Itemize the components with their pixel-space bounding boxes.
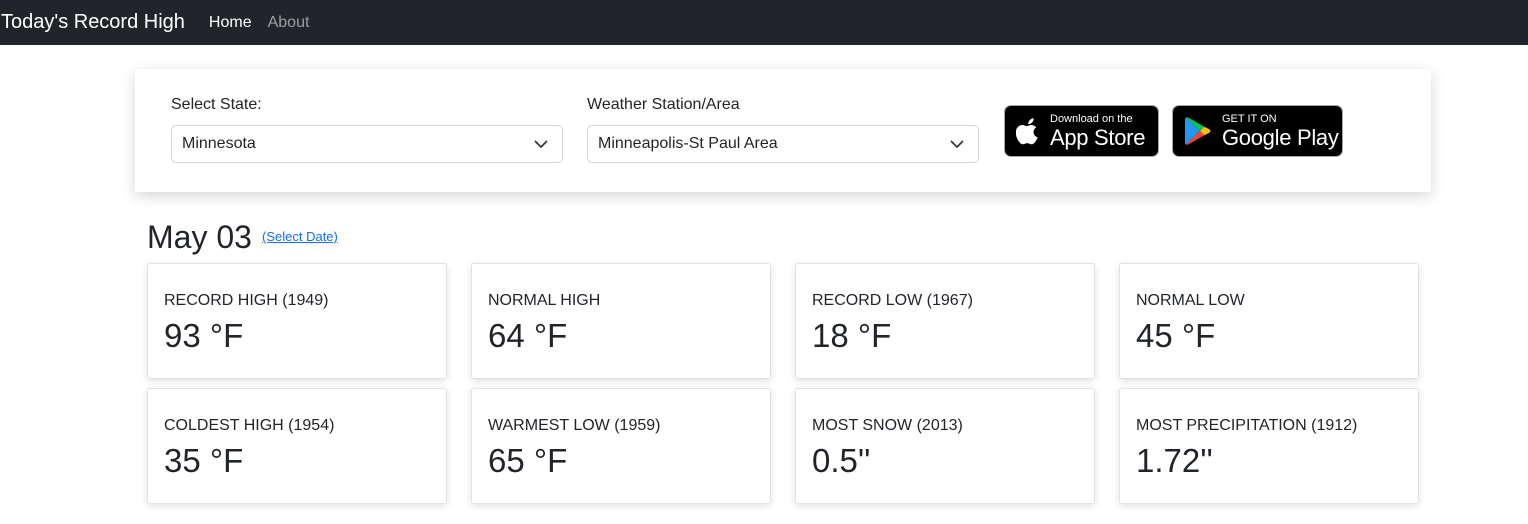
nav-link-home[interactable]: Home (209, 14, 252, 32)
stat-card-most-snow: MOST SNOW (2013) 0.5'' (795, 388, 1095, 504)
google-play-icon (1185, 117, 1211, 145)
stat-value: 65 °F (488, 442, 568, 479)
station-label: Weather Station/Area (587, 96, 740, 113)
stat-card-record-low: RECORD LOW (1967) 18 °F (795, 263, 1095, 379)
location-selector-card: Select State: Minnesota Weather Station/… (135, 69, 1431, 192)
google-play-badge[interactable]: GET IT ON Google Play (1172, 105, 1343, 157)
station-select[interactable]: Minneapolis-St Paul Area (587, 125, 979, 163)
stat-label: WARMEST LOW (1959) (488, 417, 661, 434)
apple-icon (1016, 118, 1038, 145)
stat-value: 64 °F (488, 317, 568, 354)
stat-label: MOST SNOW (2013) (812, 417, 963, 434)
app-store-small-text: Download on the (1050, 112, 1133, 125)
brand-title[interactable]: Today's Record High (1, 11, 185, 34)
stat-label: RECORD LOW (1967) (812, 292, 973, 309)
state-label: Select State: (171, 96, 262, 113)
select-date-link[interactable]: (Select Date) (262, 229, 338, 244)
stat-value: 18 °F (812, 317, 892, 354)
google-play-small-text: GET IT ON (1222, 112, 1277, 125)
stat-value: 45 °F (1136, 317, 1216, 354)
stat-card-normal-low: NORMAL LOW 45 °F (1119, 263, 1419, 379)
stat-card-coldest-high: COLDEST HIGH (1954) 35 °F (147, 388, 447, 504)
stat-value: 93 °F (164, 317, 244, 354)
stat-card-record-high: RECORD HIGH (1949) 93 °F (147, 263, 447, 379)
app-store-big-text: App Store (1050, 124, 1146, 150)
stat-label: MOST PRECIPITATION (1912) (1136, 417, 1358, 434)
station-select-value: Minneapolis-St Paul Area (598, 135, 778, 152)
stat-label: NORMAL HIGH (488, 292, 601, 309)
google-play-big-text: Google Play (1222, 124, 1339, 150)
stat-label: RECORD HIGH (1949) (164, 292, 329, 309)
station-field: Weather Station/Area Minneapolis-St Paul… (587, 96, 979, 163)
top-navbar: Today's Record High Home About (0, 0, 1528, 45)
chevron-down-icon (534, 140, 548, 148)
stat-card-normal-high: NORMAL HIGH 64 °F (471, 263, 771, 379)
stat-label: NORMAL LOW (1136, 292, 1245, 309)
chevron-down-icon (950, 140, 964, 148)
state-select-value: Minnesota (182, 135, 256, 152)
state-select[interactable]: Minnesota (171, 125, 563, 163)
stat-value: 0.5'' (812, 442, 871, 479)
stat-card-most-precipitation: MOST PRECIPITATION (1912) 1.72'' (1119, 388, 1419, 504)
stat-value: 35 °F (164, 442, 244, 479)
stat-card-warmest-low: WARMEST LOW (1959) 65 °F (471, 388, 771, 504)
date-title: May 03 (147, 219, 252, 255)
nav-link-about[interactable]: About (268, 14, 310, 32)
app-store-badge[interactable]: Download on the App Store (1004, 105, 1159, 157)
stat-label: COLDEST HIGH (1954) (164, 417, 335, 434)
state-field: Select State: Minnesota (171, 96, 563, 163)
stat-value: 1.72'' (1136, 442, 1213, 479)
